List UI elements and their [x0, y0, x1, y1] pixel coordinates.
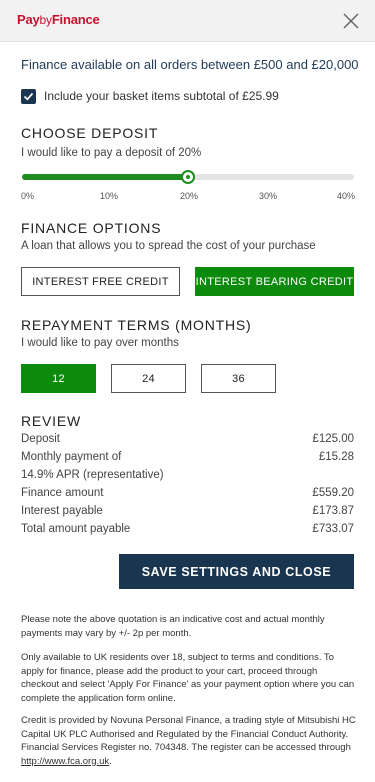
deposit-tick-40: 40%	[337, 191, 356, 201]
term-12-months-button[interactable]: 12	[21, 364, 96, 393]
repayment-terms-heading: REPAYMENT TERMS (MONTHS)	[21, 317, 252, 333]
review-deposit-value: £125.00	[312, 433, 354, 445]
review-interest-label: Interest payable	[21, 505, 103, 517]
term-36-months-button[interactable]: 36	[201, 364, 276, 393]
deposit-slider[interactable]	[22, 170, 354, 184]
review-monthly-value: £15.28	[318, 451, 354, 463]
review-finance-amount-value: £559.20	[312, 487, 354, 499]
header-bar: PaybyFinance	[0, 0, 375, 42]
deposit-subtitle: I would like to pay a deposit of 20%	[21, 147, 201, 159]
repayment-subtitle: I would like to pay over months	[21, 337, 179, 349]
review-finance-amount-label: Finance amount	[21, 487, 104, 499]
deposit-slider-fill	[22, 174, 188, 180]
deposit-tick-20: 20%	[180, 191, 199, 201]
review-total-value: £733.07	[312, 523, 354, 535]
logo-by: by	[39, 13, 52, 27]
quotation-note: Please note the above quotation is an in…	[21, 614, 325, 639]
availability-joiner: and	[282, 57, 312, 72]
term-24-months-button[interactable]: 24	[111, 364, 186, 393]
review-apr-label: 14.9% APR (representative)	[21, 469, 164, 481]
availability-min: £500	[253, 57, 283, 72]
credit-note: Credit is provided by Novuna Personal Fi…	[21, 714, 356, 768]
logo-finance: Finance	[51, 12, 100, 27]
deposit-subtitle-prefix: I would like to pay a deposit of	[21, 147, 179, 159]
basket-checkbox-row[interactable]: Include your basket items subtotal of £2…	[21, 87, 279, 105]
interest-bearing-credit-button[interactable]: INTEREST BEARING CREDIT	[195, 267, 354, 296]
deposit-tick-30: 30%	[259, 191, 278, 201]
deposit-slider-thumb[interactable]	[181, 170, 195, 184]
finance-options-subtitle: A loan that allows you to spread the cos…	[21, 240, 316, 252]
basket-checkbox[interactable]	[21, 88, 36, 104]
finance-options-heading: FINANCE OPTIONS	[21, 220, 162, 236]
credit-note-text: Credit is provided by Novuna Personal Fi…	[21, 715, 356, 753]
availability-note: Only available to UK residents over 18, …	[21, 652, 355, 704]
review-deposit-label: Deposit	[21, 433, 60, 445]
interest-free-credit-button[interactable]: INTEREST FREE CREDIT	[21, 267, 180, 296]
fca-link[interactable]: http://www.fca.org.uk	[21, 756, 109, 767]
logo-pay: Pay	[17, 12, 40, 27]
deposit-tick-0: 0%	[21, 191, 35, 201]
credit-note-end: .	[109, 755, 112, 767]
deposit-tick-10: 10%	[100, 191, 119, 201]
availability-prefix: Finance available on all orders between	[21, 57, 254, 72]
close-icon[interactable]	[341, 11, 361, 31]
checkmark-icon	[23, 92, 34, 101]
review-monthly-label: Monthly payment of	[21, 451, 122, 463]
review-interest-value: £173.87	[312, 505, 354, 517]
availability-max: £20,000	[311, 57, 359, 72]
payfinance-logo: PaybyFinance	[17, 12, 100, 27]
choose-deposit-heading: CHOOSE DEPOSIT	[21, 125, 159, 141]
review-total-label: Total amount payable	[21, 523, 131, 535]
basket-checkbox-label: Include your basket items subtotal of £2…	[44, 89, 279, 103]
save-settings-button[interactable]: SAVE SETTINGS AND CLOSE	[119, 554, 354, 589]
finance-availability-text: Finance available on all orders between …	[21, 57, 359, 72]
deposit-subtitle-value: 20%	[178, 147, 202, 159]
review-heading: REVIEW	[21, 413, 82, 429]
